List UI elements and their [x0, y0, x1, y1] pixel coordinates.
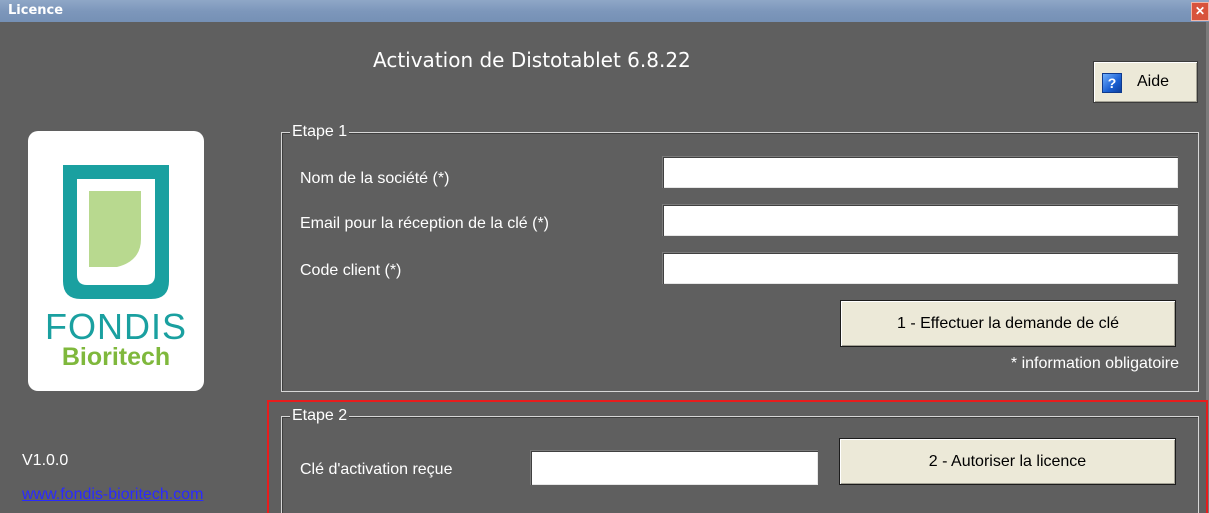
activation-key-label: Clé d'activation reçue — [300, 461, 453, 478]
company-name-label: Nom de la société (*) — [300, 170, 450, 187]
etape2-legend: Etape 2 — [290, 406, 350, 426]
company-name-input[interactable] — [662, 156, 1178, 188]
title-bar-text: Licence — [8, 3, 64, 18]
logo-mark-icon — [63, 165, 169, 299]
client-code-input[interactable] — [662, 252, 1178, 284]
logo-text-bioritech: Bioritech — [61, 343, 171, 371]
company-logo: FONDIS Bioritech — [28, 131, 204, 391]
help-button[interactable]: ? Aide — [1093, 61, 1198, 103]
email-input[interactable] — [662, 204, 1178, 236]
close-icon[interactable]: ✕ — [1191, 2, 1209, 21]
required-fields-note: * information obligatoire — [1010, 355, 1179, 372]
website-link[interactable]: www.fondis-bioritech.com — [22, 486, 203, 504]
page-title: Activation de Distotablet 6.8.22 — [373, 48, 691, 72]
help-question-icon: ? — [1102, 73, 1122, 93]
email-label: Email pour la réception de la clé (*) — [300, 215, 550, 232]
client-code-label: Code client (*) — [300, 262, 402, 279]
version-label: V1.0.0 — [22, 452, 69, 469]
activation-key-input[interactable] — [530, 450, 818, 485]
help-button-label: Aide — [1137, 73, 1170, 90]
title-bar[interactable]: Licence ✕ — [0, 0, 1209, 22]
etape1-legend: Etape 1 — [290, 122, 350, 142]
logo-text-fondis: FONDIS — [44, 306, 187, 347]
licence-window: Licence ✕ Activation de Distotablet 6.8.… — [0, 0, 1209, 513]
request-key-button[interactable]: 1 - Effectuer la demande de clé — [840, 300, 1176, 347]
authorize-licence-button[interactable]: 2 - Autoriser la licence — [839, 438, 1176, 485]
